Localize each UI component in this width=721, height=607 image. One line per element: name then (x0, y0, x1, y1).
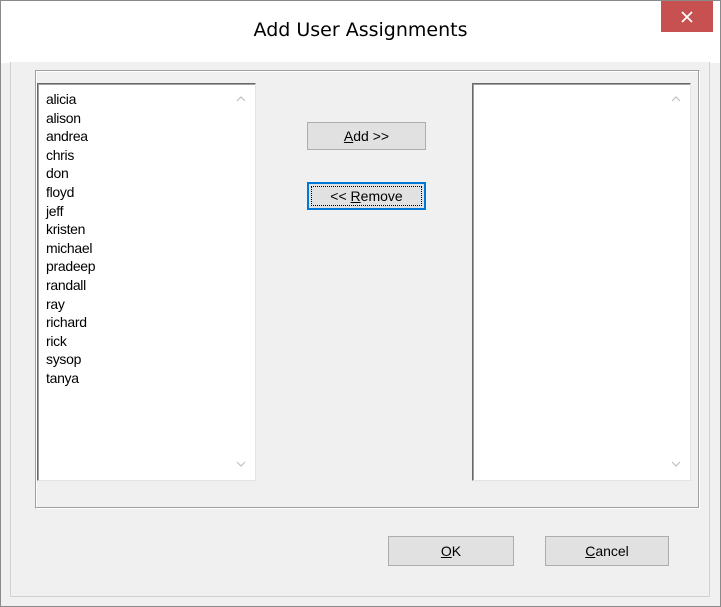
scroll-down-button[interactable] (669, 458, 683, 468)
list-item[interactable]: ray (46, 295, 95, 314)
assigned-users-list[interactable] (472, 83, 691, 481)
cancel-mnemonic: C (585, 543, 596, 559)
scroll-up-button[interactable] (234, 93, 248, 103)
chevron-up-icon (671, 89, 681, 107)
scroll-down-button[interactable] (234, 458, 248, 468)
add-mnemonic: A (343, 128, 354, 144)
list-item[interactable]: chris (46, 146, 95, 165)
title-bar: Add User Assignments (1, 1, 720, 63)
ok-button[interactable]: OK (388, 536, 514, 566)
list-item[interactable]: alison (46, 109, 95, 128)
add-label-rest: dd >> (353, 128, 390, 144)
cancel-label-rest: ancel (595, 543, 629, 559)
ok-button-label: OK (441, 543, 461, 559)
list-item[interactable]: alicia (46, 90, 95, 109)
available-users-list[interactable]: alicia alison andrea chris don floyd jeff krist… (37, 83, 256, 481)
ok-label-rest: K (451, 543, 462, 559)
list-item[interactable]: jeff (46, 202, 95, 221)
list-item[interactable]: tanya (46, 369, 95, 388)
cancel-button[interactable]: Cancel (545, 536, 669, 566)
chevron-down-icon (236, 454, 246, 472)
chevron-up-icon (236, 89, 246, 107)
close-button[interactable] (661, 1, 713, 32)
cancel-button-label: Cancel (585, 543, 629, 559)
dialog-title: Add User Assignments (253, 19, 468, 41)
close-icon (681, 10, 693, 23)
list-item[interactable]: sysop (46, 350, 95, 369)
add-button[interactable]: Add >> (307, 122, 426, 150)
scroll-up-button[interactable] (669, 93, 683, 103)
add-button-label: Add >> (344, 128, 389, 144)
list-item[interactable]: andrea (46, 127, 95, 146)
chevron-down-icon (671, 454, 681, 472)
ok-mnemonic: O (440, 543, 452, 559)
list-item[interactable]: pradeep (46, 257, 96, 276)
list-item[interactable]: floyd (46, 183, 95, 202)
available-users-items: alicia alison andrea chris don floyd jeff krist… (46, 90, 96, 388)
list-item[interactable]: richard (46, 313, 95, 332)
focus-ring (311, 186, 422, 206)
list-item[interactable]: michael (46, 239, 95, 258)
list-item[interactable]: randall (46, 276, 95, 295)
list-item[interactable]: kristen (46, 220, 95, 239)
list-item[interactable]: don (46, 164, 95, 183)
list-item[interactable]: rick (46, 332, 95, 351)
remove-button[interactable]: << Remove (307, 182, 426, 210)
